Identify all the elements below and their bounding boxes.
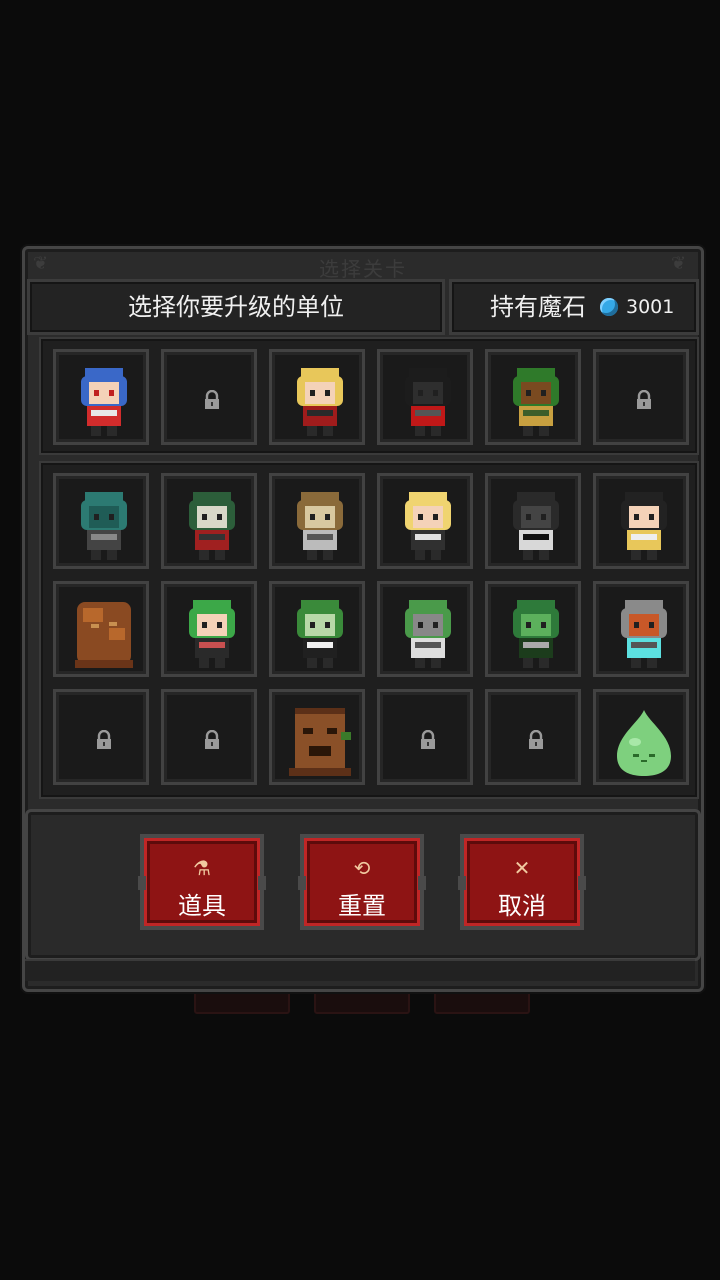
reset-button-label: 重置: [338, 892, 386, 920]
featured-unit-slot[interactable]: [485, 349, 581, 445]
grid-unit-slot[interactable]: [161, 473, 257, 569]
magic-stone-count: 3001: [626, 296, 675, 318]
featured-unit-slot[interactable]: [269, 349, 365, 445]
frankenstein-suit-icon: [297, 600, 343, 668]
action-bar: ⚗ 道具 ⟲ 重置 ✕ 取消: [25, 809, 701, 961]
green-dragon-icon: [513, 600, 559, 668]
skull-mask-warrior-icon: [189, 492, 235, 560]
blonde-vampire-girl-icon: [297, 368, 343, 436]
forest-treant-beast-icon: [513, 368, 559, 436]
green-hair-witch-icon: [189, 600, 235, 668]
grid-locked-slot[interactable]: [53, 689, 149, 785]
items-button[interactable]: ⚗ 道具: [138, 834, 266, 930]
featured-unit-slot[interactable]: [53, 349, 149, 445]
items-button-label: 道具: [178, 892, 226, 920]
blonde-elf-girl-icon: [405, 492, 451, 560]
magic-stone-icon: [600, 298, 618, 316]
rock-golem-icon: [75, 602, 133, 668]
close-icon: ✕: [513, 856, 531, 880]
lock-icon: [421, 730, 435, 749]
lock-icon: [529, 730, 543, 749]
nun-girl-icon: [621, 492, 667, 560]
winged-demon-knight-icon: [513, 492, 559, 560]
grid-locked-slot[interactable]: [377, 689, 473, 785]
grid-unit-slot[interactable]: [53, 473, 149, 569]
lock-icon: [637, 390, 651, 409]
dialog-footer: [25, 959, 695, 981]
magic-stone-label: 持有魔石: [490, 293, 586, 321]
grid-unit-slot[interactable]: [377, 473, 473, 569]
grid-unit-slot[interactable]: [269, 473, 365, 569]
lock-icon: [205, 390, 219, 409]
spiked-plant-pot-icon: [405, 600, 451, 668]
featured-unit-row: [39, 337, 699, 455]
grid-unit-slot[interactable]: [53, 581, 149, 677]
grid-locked-slot[interactable]: [485, 689, 581, 785]
dialog-title: 选择关卡: [319, 257, 407, 281]
blue-hair-princess-icon: [81, 368, 127, 436]
lock-icon: [97, 730, 111, 749]
grid-unit-slot[interactable]: [269, 581, 365, 677]
grid-unit-slot[interactable]: [593, 689, 689, 785]
hooded-dark-reaper-icon: [405, 368, 451, 436]
cancel-button-label: 取消: [498, 892, 546, 920]
grid-unit-slot[interactable]: [161, 581, 257, 677]
refresh-icon: ⟲: [353, 856, 371, 880]
green-slime-icon: [617, 710, 671, 776]
lock-icon: [205, 730, 219, 749]
grid-locked-slot[interactable]: [161, 689, 257, 785]
iron-robot-icon: [621, 600, 667, 668]
instruction-header: 选择你要升级的单位: [27, 279, 445, 335]
grid-unit-slot[interactable]: [485, 581, 581, 677]
green-zombie-icon: [81, 492, 127, 560]
cancel-button[interactable]: ✕ 取消: [458, 834, 586, 930]
featured-unit-slot[interactable]: [377, 349, 473, 445]
grid-unit-slot[interactable]: [485, 473, 581, 569]
featured-locked-slot[interactable]: [161, 349, 257, 445]
angry-tree-stump-icon: [289, 708, 351, 776]
grid-unit-slot[interactable]: [269, 689, 365, 785]
upgrade-dialog: ❦ ❦ 选择关卡 选择你要升级的单位 持有魔石 3001 ⚗ 道具 ⟲ 重置 ✕…: [22, 246, 704, 992]
grid-unit-slot[interactable]: [593, 581, 689, 677]
horned-minotaur-icon: [297, 492, 343, 560]
grid-unit-slot[interactable]: [377, 581, 473, 677]
unit-grid: [39, 461, 699, 799]
magic-stone-display: 持有魔石 3001: [449, 279, 699, 335]
potion-icon: ⚗: [193, 856, 211, 880]
instruction-text: 选择你要升级的单位: [128, 293, 344, 321]
reset-button[interactable]: ⟲ 重置: [298, 834, 426, 930]
featured-locked-slot[interactable]: [593, 349, 689, 445]
grid-unit-slot[interactable]: [593, 473, 689, 569]
